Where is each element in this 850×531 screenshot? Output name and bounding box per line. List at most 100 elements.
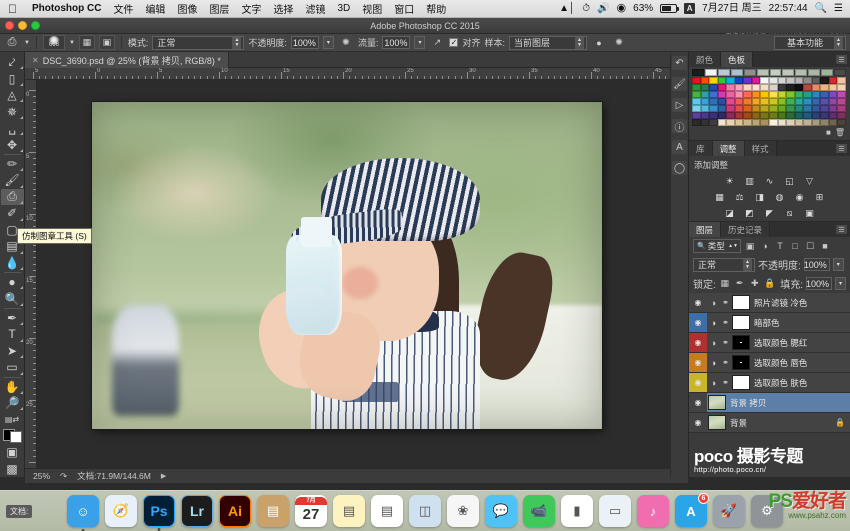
brightness-contrast-icon[interactable]: ☀ [723,175,736,187]
delete-swatch-icon[interactable]: 🗑 [835,128,845,137]
swatch[interactable] [811,91,821,98]
dock-app-photos[interactable]: ❀ [447,495,479,527]
lock-all-icon[interactable]: 🔒 [764,278,776,290]
swatch[interactable] [768,84,778,91]
zoom-level[interactable]: 25% [33,471,50,481]
pressure-size-icon[interactable]: ✺ [611,35,627,50]
menu-item-type[interactable]: 文字 [235,1,267,16]
pen-tool[interactable]: ✒ [1,310,24,326]
move-tool[interactable]: ⤦ [1,54,24,70]
layer-thumbnail[interactable] [732,375,750,390]
opacity-input[interactable]: 100% [290,36,319,49]
layer-list[interactable]: ◉ ◑ ⚭ 照片滤镜 冷色 ◉ ◑ ⚭ 暗部色 ◉ ◑ ⚭ 选取颜色 腮红 ◉ ◑ ⚭ 选取颜色 唇色 ◉ ◑ ⚭ 选… [689,293,850,433]
wifi-icon[interactable]: ◉ [617,3,627,14]
lock-position-icon[interactable]: ✚ [749,278,761,290]
pixel-filter-icon[interactable]: ▣ [744,240,756,252]
menu-item-window[interactable]: 窗口 [388,1,420,16]
layer-row[interactable]: ◉ ◑ ⚭ 照片滤镜 冷色 [689,293,850,313]
info-icon[interactable]: ⓘ [672,119,687,134]
dock-app-illustrator[interactable]: Ai [219,495,251,527]
dock-app-calendar[interactable]: 7月 27 [295,495,327,527]
expand-arrow-icon[interactable]: ▶ [161,472,166,480]
menu-item-3d[interactable]: 3D [331,3,356,14]
levels-icon[interactable]: ▥ [743,175,756,187]
invert-icon[interactable]: ◪ [723,207,736,219]
swatch[interactable] [700,112,710,119]
menu-item-select[interactable]: 选择 [267,1,299,16]
swatch[interactable] [786,98,795,105]
menu-item-filter[interactable]: 滤镜 [299,1,331,16]
swatch[interactable] [692,91,701,98]
canvas-area[interactable] [37,80,688,468]
clone-stamp-tool[interactable]: ⎙ [0,188,24,206]
dock-app-notes[interactable]: ▤ [333,495,365,527]
layer-filter-select[interactable]: 🔍 类型 ▲▼ [693,239,741,253]
screen-mode-icon[interactable]: ▩ [1,460,24,476]
battery-icon[interactable] [660,4,680,13]
swatch[interactable] [700,84,710,91]
swatch[interactable] [743,84,752,91]
swatch[interactable] [794,77,804,84]
fill-input[interactable]: 100% [806,277,832,290]
dock-app-itunes[interactable]: ♪ [637,495,669,527]
notification-center-icon[interactable]: ☰ [834,3,843,14]
panel-menu-icon[interactable]: ☰ [836,55,847,64]
swatch[interactable] [751,91,761,98]
layer-visibility-icon[interactable]: ◉ [689,413,707,432]
swatch[interactable] [769,69,782,76]
channel-mixer-icon[interactable]: ◉ [793,191,806,203]
zoom-loupe-tool[interactable]: 🔍 [1,290,24,307]
swatch[interactable] [692,98,701,105]
swatch[interactable] [803,77,812,84]
shape-filter-icon[interactable]: □ [789,240,801,252]
layer-row[interactable]: ◉ ◑ ⚭ 选取颜色 肤色 [689,373,850,393]
swatch[interactable] [734,98,744,105]
swatch[interactable] [786,84,795,91]
input-source-icon[interactable]: A [684,3,696,14]
menu-item-layer[interactable]: 图层 [203,1,235,16]
tab-layers[interactable]: 图层 [689,222,722,237]
posterize-icon[interactable]: ◩ [743,207,756,219]
swatch[interactable] [777,112,787,119]
swatch[interactable] [786,119,795,126]
layer-opacity-stepper[interactable]: ▾ [832,258,844,271]
swatch[interactable] [726,84,735,91]
layer-visibility-icon[interactable]: ◉ [689,333,707,352]
clone-source-icon[interactable]: ▣ [98,35,115,50]
layer-blend-mode-select[interactable]: 正常 ▲ ▼ [693,257,755,272]
history-icon[interactable]: ↶ [672,56,687,70]
swatch[interactable] [709,119,718,126]
menu-item-image[interactable]: 图像 [171,1,203,16]
menu-item-view[interactable]: 视图 [356,1,388,16]
blend-mode-select[interactable]: 正常 ▲ ▼ [152,35,245,50]
swatch[interactable] [777,84,787,91]
tablet-pressure-icon[interactable]: ↗ [429,35,445,50]
exposure-icon[interactable]: ◱ [783,175,796,187]
swatch[interactable] [821,69,834,76]
swatch[interactable] [692,69,704,76]
swatch[interactable] [837,77,846,84]
swatch[interactable] [828,91,838,98]
swatch[interactable] [717,69,730,76]
brush-icon[interactable]: 🖌 [672,77,687,91]
dock-app-facetime[interactable]: 📹 [523,495,555,527]
swatch[interactable] [837,91,846,98]
swatch[interactable] [726,112,735,119]
swatch[interactable] [820,77,829,84]
swatch-top-row[interactable] [689,67,850,77]
window-controls[interactable] [5,21,40,30]
swatch[interactable] [803,98,812,105]
swatch[interactable] [811,119,821,126]
panel-menu-icon[interactable]: ☰ [836,144,847,153]
minimize-button[interactable] [18,21,27,30]
dock-app-messages[interactable]: 💬 [485,495,517,527]
layer-row[interactable]: ◉ ◑ ⚭ 选取颜色 腮红 [689,333,850,353]
magic-wand-tool[interactable]: ✵ [1,103,24,120]
swatch[interactable] [751,98,761,105]
swatch[interactable] [811,77,821,84]
dock-app-reminders[interactable]: ▤ [371,495,403,527]
tab-swatches[interactable]: 色板 [721,52,754,67]
swatch[interactable] [704,69,717,76]
swatch[interactable] [828,84,838,91]
swatch[interactable] [828,105,838,112]
